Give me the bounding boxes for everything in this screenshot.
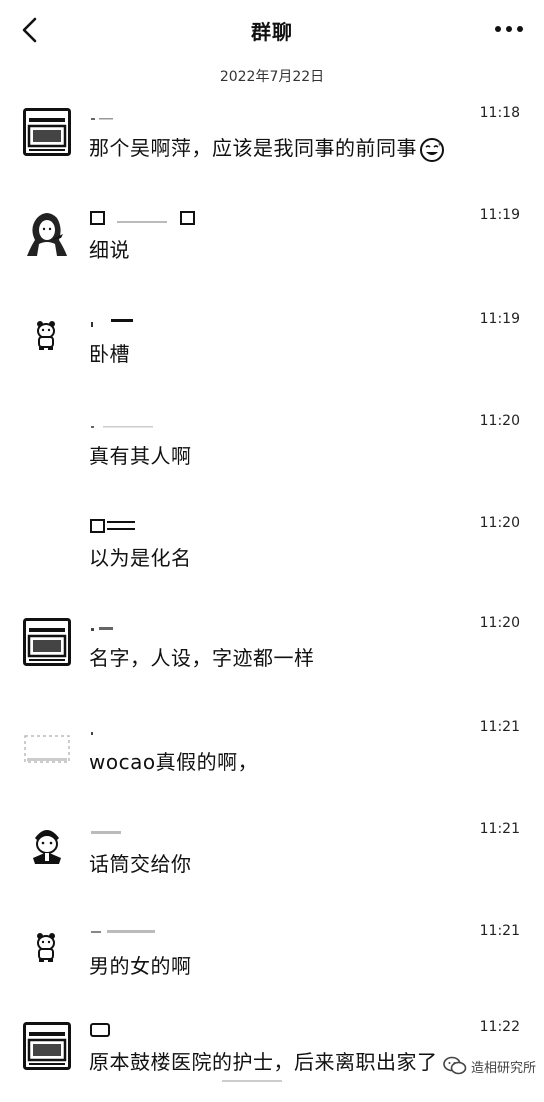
message-time: 11:22 bbox=[479, 1019, 520, 1035]
watermark-label: 造相研究所 bbox=[470, 1060, 536, 1076]
sender-name-redacted bbox=[89, 926, 169, 940]
girl-avatar-icon[interactable] bbox=[23, 210, 71, 258]
message-text: 男的女的啊 bbox=[89, 954, 192, 978]
message-text: 原本鼓楼医院的护士，后来离职出家了 bbox=[89, 1050, 438, 1074]
message-text: 名字，人设，字迹都一样 bbox=[89, 646, 315, 670]
faint-watermark bbox=[222, 1076, 282, 1089]
date-divider: 2022年7月22日 bbox=[219, 69, 325, 85]
cartoon-avatar-icon[interactable] bbox=[23, 824, 71, 872]
more-horizontal-icon bbox=[495, 26, 523, 32]
message-text: 真有其人啊 bbox=[89, 444, 192, 468]
sweat-smile-emoji-icon bbox=[419, 137, 445, 163]
sender-name-redacted bbox=[89, 416, 169, 430]
chat-message: 11:21 话筒交给你 bbox=[0, 821, 544, 904]
wechat-logo-icon bbox=[443, 1056, 467, 1075]
message-text: 卧槽 bbox=[89, 342, 130, 366]
chat-message: 11:19 卧槽 bbox=[0, 311, 544, 394]
chat-message: 11:21 男的女的啊 bbox=[0, 923, 544, 1006]
message-time: 11:20 bbox=[479, 615, 520, 631]
message-time: 11:19 bbox=[479, 311, 520, 327]
sender-name-redacted bbox=[89, 1022, 119, 1037]
sender-name-redacted bbox=[89, 108, 129, 122]
chat-message: 11:21 wocao真假的啊， bbox=[0, 719, 544, 802]
sender-name-redacted bbox=[89, 824, 139, 838]
message-time: 11:18 bbox=[479, 105, 520, 121]
chat-title: 群聊 bbox=[251, 20, 293, 44]
message-time: 11:19 bbox=[479, 207, 520, 223]
sender-name-redacted bbox=[89, 518, 149, 533]
message-text-content: 那个吴啊萍，应该是我同事的前同事 bbox=[89, 136, 417, 160]
blank-avatar-icon[interactable] bbox=[23, 518, 71, 566]
bear-avatar-icon[interactable] bbox=[23, 926, 71, 974]
sender-name-redacted bbox=[89, 618, 129, 632]
chat-header: 群聊 bbox=[0, 0, 544, 60]
sender-name-redacted bbox=[89, 210, 209, 225]
message-time: 11:20 bbox=[479, 515, 520, 531]
chat-message: 11:19 细说 bbox=[0, 207, 544, 290]
bear-avatar-icon[interactable] bbox=[23, 314, 71, 362]
message-text: 细说 bbox=[89, 238, 130, 262]
message-time: 11:21 bbox=[479, 821, 520, 837]
watermark: 造相研究所 bbox=[443, 1055, 536, 1077]
chat-message: 11:20 真有其人啊 bbox=[0, 413, 544, 496]
book-avatar-icon[interactable] bbox=[23, 618, 71, 666]
message-text: 话筒交给你 bbox=[89, 852, 192, 876]
sender-name-redacted bbox=[89, 314, 149, 328]
blank-avatar-icon[interactable] bbox=[23, 416, 71, 464]
message-text: 那个吴啊萍，应该是我同事的前同事 bbox=[89, 132, 445, 163]
message-time: 11:21 bbox=[479, 719, 520, 735]
chat-message: 11:18 那个吴啊萍，应该是我同事的前同事 bbox=[0, 105, 544, 188]
book-avatar-icon[interactable] bbox=[23, 108, 71, 156]
faded-avatar-icon[interactable] bbox=[23, 722, 71, 770]
message-text: wocao真假的啊， bbox=[89, 750, 259, 774]
sender-name-redacted bbox=[89, 722, 109, 736]
message-time: 11:21 bbox=[479, 923, 520, 939]
message-time: 11:20 bbox=[479, 413, 520, 429]
book-avatar-icon[interactable] bbox=[23, 1022, 71, 1070]
message-text: 以为是化名 bbox=[89, 546, 192, 570]
chat-message: 11:20 以为是化名 bbox=[0, 515, 544, 598]
chat-message: 11:20 名字，人设，字迹都一样 bbox=[0, 615, 544, 698]
more-button[interactable] bbox=[492, 14, 526, 44]
